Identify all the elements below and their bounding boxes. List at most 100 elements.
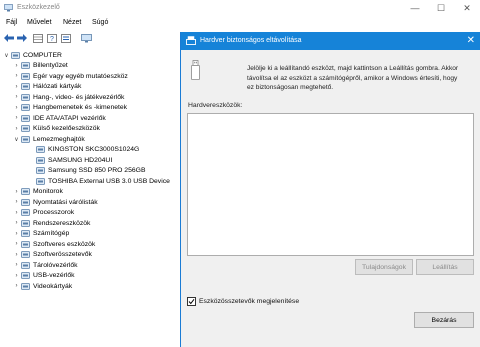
expand-chevron-icon[interactable]: › [13,241,20,247]
show-components-checkbox[interactable] [187,297,196,306]
audio-io-icon [21,104,30,111]
expand-chevron-icon[interactable]: › [13,94,20,100]
tree-item-label: Nyomtatási várólisták [33,198,98,206]
svg-text:?: ? [50,36,54,43]
expand-chevron-icon[interactable]: › [13,220,20,226]
expand-chevron-icon[interactable]: › [13,283,20,289]
tree-category[interactable]: › Szoftveres eszközök [13,239,96,249]
disk-drive-icon [36,156,45,164]
scan-hardware-icon[interactable] [80,32,92,44]
tree-item-label: Processzorok [33,209,75,216]
tree-category[interactable]: › Monitorok [13,187,63,197]
disk-drive-icon [21,135,30,143]
processor-icon [21,209,30,216]
tree-item-label: SAMSUNG HD204UI [48,156,113,164]
menu-file[interactable]: Fájl [6,19,17,26]
expand-chevron-icon[interactable]: › [13,63,20,69]
back-arrow-icon[interactable] [3,32,15,44]
tree-item-label: Samsung SSD 850 PRO 256GB [48,167,146,174]
tree-category[interactable]: › Billentyűzet [13,61,68,71]
tree-category[interactable]: › Tárolóvezérlők [13,260,78,270]
minimize-button[interactable]: — [407,2,423,14]
hardware-devices-label: Hardvereszközök: [188,102,243,109]
tree-category[interactable]: › Szoftverösszetevők [13,250,92,260]
dialog-close-icon[interactable]: ✕ [467,35,475,47]
stop-button[interactable]: Leállítás [416,259,474,275]
menu-bar: Fájl Művelet Nézet Súgó [0,17,480,30]
menu-view[interactable]: Nézet [63,19,81,26]
tree-category[interactable]: › Rendszereszközök [13,218,91,228]
tree-category[interactable]: › Nyomtatási várólisták [13,197,98,207]
menu-help[interactable]: Súgó [92,19,108,26]
expand-chevron-icon[interactable]: › [13,73,20,79]
speaker-icon [21,93,30,101]
tree-item-label: Billentyűzet [33,62,68,69]
help-icon[interactable]: ? [46,32,58,44]
tree-category[interactable]: › Processzorok [13,208,75,218]
maximize-button[interactable]: ☐ [433,2,449,14]
expand-chevron-icon[interactable]: › [13,210,20,216]
tree-item-label: Monitorok [33,188,63,195]
tree-item-label: Videokártyák [33,282,73,290]
expand-chevron-icon[interactable]: › [13,126,20,132]
usb-flash-drive-icon [191,60,200,80]
tree-item-label: COMPUTER [23,51,62,59]
tree-device[interactable]: Samsung SSD 850 PRO 256GB [28,166,145,176]
tree-root[interactable]: ∨ COMPUTER [3,50,62,60]
tree-item-label: KINGSTON SKC3000S1024G [48,146,140,153]
details-view-icon[interactable] [60,32,72,44]
ide-controller-icon [21,114,30,122]
tree-device[interactable]: TOSHIBA External USB 3.0 USB Device [28,176,170,186]
expand-chevron-icon[interactable]: › [13,84,20,90]
close-dialog-button[interactable]: Bezárás [414,312,474,328]
computer-icon [21,230,30,237]
tree-item-label: Hang-, video- és játékvezérlők [33,93,125,101]
expand-chevron-icon[interactable]: › [13,115,20,121]
tree-item-label: TOSHIBA External USB 3.0 USB Device [48,177,170,185]
software-component-icon [21,251,30,258]
external-device-icon [21,125,30,132]
storage-controller-icon [21,261,30,269]
tree-category[interactable]: › Számítógép [13,229,70,239]
tree-category[interactable]: › Egér vagy egyéb mutatóeszköz [13,71,128,81]
collapse-chevron-icon[interactable]: ∨ [3,52,10,59]
tree-item-label: Külső kezelőeszközök [33,125,100,132]
tree-device[interactable]: SAMSUNG HD204UI [28,155,112,165]
disk-drive-icon [36,146,45,153]
title-bar: Eszközkezelő — ☐ ✕ [0,0,480,17]
collapse-chevron-icon[interactable]: ∨ [13,136,20,143]
hardware-devices-list[interactable] [187,113,474,256]
show-components-label: Eszközösszetevők megjelenítése [199,298,300,305]
tree-category[interactable]: › Videokártyák [13,281,73,291]
expand-chevron-icon[interactable]: › [13,273,20,279]
tree-category[interactable]: › IDE ATA/ATAPI vezérlők [13,113,106,123]
device-tree: ∨ COMPUTER › Billentyűzet › Egér vagy egyéb m… [0,48,180,347]
tree-category[interactable]: › Hang-, video- és játékvezérlők [13,92,125,102]
usb-drive-icon [186,36,196,45]
menu-action[interactable]: Művelet [27,19,52,26]
tree-item-label: Szoftveres eszközök [33,240,96,248]
tree-device[interactable]: KINGSTON SKC3000S1024G [28,145,139,155]
expand-chevron-icon[interactable]: › [13,199,20,205]
tree-category[interactable]: ∨ Lemezmeghajtók [13,134,84,144]
expand-chevron-icon[interactable]: › [13,189,20,195]
expand-chevron-icon[interactable]: › [13,252,20,258]
expand-chevron-icon[interactable]: › [13,231,20,237]
tree-category[interactable]: › Hangbemenetek és -kimenetek [13,103,128,113]
close-button[interactable]: ✕ [459,2,475,14]
properties-grid-icon[interactable] [32,32,44,44]
properties-button[interactable]: Tulajdonságok [355,259,413,275]
disk-drive-icon [36,167,45,174]
forward-arrow-icon[interactable] [16,32,28,44]
tree-category[interactable]: › Hálózati kártyák [13,82,82,92]
tree-category[interactable]: › USB-vezérlők [13,271,75,281]
show-components-option[interactable]: Eszközösszetevők megjelenítése [187,297,299,306]
printer-icon [21,198,30,206]
tree-item-label: Szoftverösszetevők [33,251,92,258]
tree-item-label: Hálózati kártyák [33,83,82,90]
window-title: Eszközkezelő [17,4,60,11]
system-device-icon [21,219,30,227]
expand-chevron-icon[interactable]: › [13,262,20,268]
expand-chevron-icon[interactable]: › [13,105,20,111]
tree-category[interactable]: › Külső kezelőeszközök [13,124,100,134]
